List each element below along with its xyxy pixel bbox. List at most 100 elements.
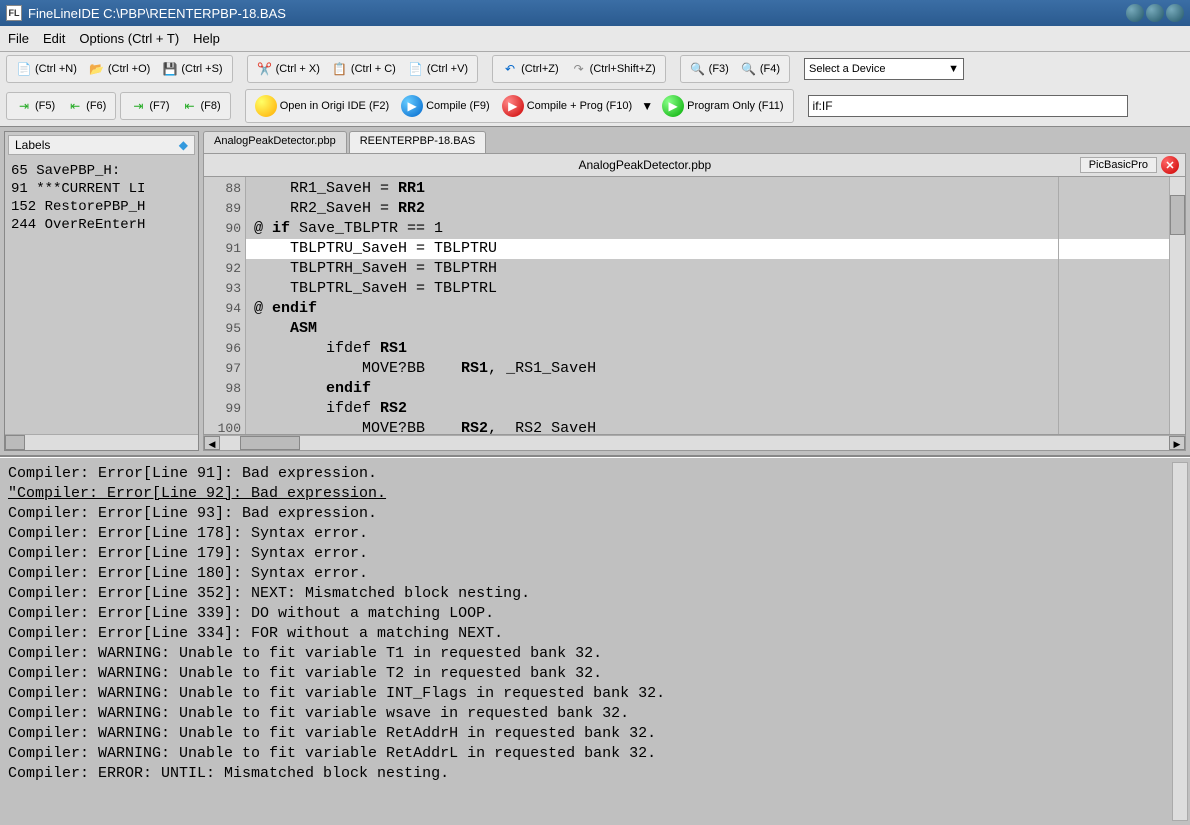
code-line[interactable]: endif xyxy=(254,379,1169,399)
code-text[interactable]: RR1_SaveH = RR1 RR2_SaveH = RR2@ if Save… xyxy=(246,177,1169,434)
compile-prog-button[interactable]: ▶Compile + Prog (F10) xyxy=(497,92,637,120)
editor-tab[interactable]: AnalogPeakDetector.pbp xyxy=(203,131,347,153)
code-line[interactable]: TBLPTRL_SaveH = TBLPTRL xyxy=(254,279,1169,299)
output-line[interactable]: Compiler: Error[Line 179]: Syntax error. xyxy=(8,544,1182,564)
sidebar-item[interactable]: 244 OverReEnterH xyxy=(11,216,192,234)
paste-icon: 📄 xyxy=(408,61,424,77)
document-header: AnalogPeakDetector.pbp PicBasicPro ✕ xyxy=(203,153,1186,177)
f5-label: (F5) xyxy=(35,100,55,112)
open-origi-button[interactable]: Open in Origi IDE (F2) xyxy=(250,92,394,120)
output-line[interactable]: Compiler: Error[Line 339]: DO without a … xyxy=(8,604,1182,624)
sidebar-dropdown[interactable]: Labels ◆ xyxy=(8,135,195,155)
indent-f5-button[interactable]: ⇥(F5) xyxy=(11,95,60,117)
program-only-button[interactable]: ▶Program Only (F11) xyxy=(657,92,788,120)
workspace: Labels ◆ 65 SavePBP_H:91 ***CURRENT LI15… xyxy=(0,127,1190,457)
window-controls xyxy=(1126,4,1184,22)
comment-f7-button[interactable]: ⇥(F7) xyxy=(125,95,174,117)
output-line[interactable]: Compiler: WARNING: Unable to fit variabl… xyxy=(8,644,1182,664)
save-icon: 💾 xyxy=(162,61,178,77)
document-name: AnalogPeakDetector.pbp xyxy=(210,158,1080,172)
code-area[interactable]: 888990919293949596979899100 RR1_SaveH = … xyxy=(203,177,1186,435)
editor-vscroll[interactable] xyxy=(1169,177,1185,434)
output-line[interactable]: Compiler: Error[Line 93]: Bad expression… xyxy=(8,504,1182,524)
editor-hscroll[interactable]: ◀ ▶ xyxy=(203,435,1186,451)
redo-button[interactable]: ↷(Ctrl+Shift+Z) xyxy=(566,58,661,80)
editor-tab[interactable]: REENTERPBP-18.BAS xyxy=(349,131,487,153)
code-line[interactable]: MOVE?BB RS1, _RS1_SaveH xyxy=(254,359,1169,379)
outdent-icon: ⇤ xyxy=(67,98,83,114)
menu-options[interactable]: Options (Ctrl + T) xyxy=(79,31,179,46)
toolbars: 📄(Ctrl +N) 📂(Ctrl +O) 💾(Ctrl +S) ✂️(Ctrl… xyxy=(0,52,1190,127)
maximize-button[interactable] xyxy=(1146,4,1164,22)
paste-label: (Ctrl +V) xyxy=(427,63,468,75)
right-margin-rule xyxy=(1058,177,1059,434)
output-line[interactable]: Compiler: Error[Line 91]: Bad expression… xyxy=(8,464,1182,484)
uncomment-f8-button[interactable]: ⇤(F8) xyxy=(177,95,226,117)
dropdown-arrow-icon[interactable]: ▼ xyxy=(639,98,655,114)
find-label: (F3) xyxy=(709,63,729,75)
find-button[interactable]: 🔍(F3) xyxy=(685,58,734,80)
sidebar-item[interactable]: 152 RestorePBP_H xyxy=(11,198,192,216)
copy-icon: 📋 xyxy=(332,61,348,77)
cut-button[interactable]: ✂️(Ctrl + X) xyxy=(252,58,325,80)
output-line[interactable]: Compiler: WARNING: Unable to fit variabl… xyxy=(8,684,1182,704)
line-gutter: 888990919293949596979899100 xyxy=(204,177,246,434)
code-line[interactable]: TBLPTRU_SaveH = TBLPTRU xyxy=(246,239,1169,259)
sidebar-list[interactable]: 65 SavePBP_H:91 ***CURRENT LI152 Restore… xyxy=(5,158,198,434)
output-vscroll[interactable] xyxy=(1172,462,1188,821)
output-line[interactable]: "Compiler: Error[Line 92]: Bad expressio… xyxy=(8,484,1182,504)
if-field[interactable]: if:IF xyxy=(808,95,1128,117)
save-file-button[interactable]: 💾(Ctrl +S) xyxy=(157,58,227,80)
redo-label: (Ctrl+Shift+Z) xyxy=(590,63,656,75)
scroll-left-button[interactable]: ◀ xyxy=(204,436,220,450)
code-line[interactable]: ifdef RS2 xyxy=(254,399,1169,419)
output-line[interactable]: Compiler: WARNING: Unable to fit variabl… xyxy=(8,664,1182,684)
output-line[interactable]: Compiler: WARNING: Unable to fit variabl… xyxy=(8,704,1182,724)
scrollbar-thumb[interactable] xyxy=(5,435,25,450)
undo-button[interactable]: ↶(Ctrl+Z) xyxy=(497,58,564,80)
compile-button[interactable]: ▶Compile (F9) xyxy=(396,92,495,120)
language-badge[interactable]: PicBasicPro xyxy=(1080,157,1157,173)
open-file-button[interactable]: 📂(Ctrl +O) xyxy=(84,58,155,80)
output-line[interactable]: Compiler: ERROR: UNTIL: Mismatched block… xyxy=(8,764,1182,784)
code-line[interactable]: RR1_SaveH = RR1 xyxy=(254,179,1169,199)
output-line[interactable]: Compiler: Error[Line 180]: Syntax error. xyxy=(8,564,1182,584)
code-line[interactable]: ASM xyxy=(254,319,1169,339)
dropdown-icon: ▼ xyxy=(948,63,959,75)
output-line[interactable]: Compiler: WARNING: Unable to fit variabl… xyxy=(8,744,1182,764)
copy-button[interactable]: 📋(Ctrl + C) xyxy=(327,58,401,80)
output-line[interactable]: Compiler: Error[Line 334]: FOR without a… xyxy=(8,624,1182,644)
code-line[interactable]: TBLPTRH_SaveH = TBLPTRH xyxy=(254,259,1169,279)
code-line[interactable]: @ if Save_TBLPTR == 1 xyxy=(254,219,1169,239)
output-line[interactable]: Compiler: WARNING: Unable to fit variabl… xyxy=(8,724,1182,744)
hscroll-thumb[interactable] xyxy=(240,436,300,450)
code-line[interactable]: @ endif xyxy=(254,299,1169,319)
paste-button[interactable]: 📄(Ctrl +V) xyxy=(403,58,473,80)
code-line[interactable]: MOVE?BB RS2, RS2 SaveH xyxy=(254,419,1169,435)
close-document-button[interactable]: ✕ xyxy=(1161,156,1179,174)
outdent-f6-button[interactable]: ⇤(F6) xyxy=(62,95,111,117)
output-line[interactable]: Compiler: Error[Line 352]: NEXT: Mismatc… xyxy=(8,584,1182,604)
menu-bar: File Edit Options (Ctrl + T) Help xyxy=(0,26,1190,52)
sidebar-item[interactable]: 91 ***CURRENT LI xyxy=(11,180,192,198)
device-select[interactable]: Select a Device ▼ xyxy=(804,58,964,80)
sidebar-item[interactable]: 65 SavePBP_H: xyxy=(11,162,192,180)
menu-file[interactable]: File xyxy=(8,31,29,46)
menu-help[interactable]: Help xyxy=(193,31,220,46)
chevron-down-icon: ◆ xyxy=(179,138,188,152)
output-line[interactable]: Compiler: Error[Line 178]: Syntax error. xyxy=(8,524,1182,544)
scroll-right-button[interactable]: ▶ xyxy=(1169,436,1185,450)
menu-edit[interactable]: Edit xyxy=(43,31,65,46)
code-line[interactable]: ifdef RS1 xyxy=(254,339,1169,359)
compile-prog-icon: ▶ xyxy=(502,95,524,117)
output-panel[interactable]: Compiler: Error[Line 91]: Bad expression… xyxy=(0,457,1190,825)
vscroll-thumb[interactable] xyxy=(1170,195,1185,235)
new-file-button[interactable]: 📄(Ctrl +N) xyxy=(11,58,82,80)
search-icon: 🔍 xyxy=(690,61,706,77)
code-line[interactable]: RR2_SaveH = RR2 xyxy=(254,199,1169,219)
find-next-button[interactable]: 🔍(F4) xyxy=(736,58,785,80)
close-window-button[interactable] xyxy=(1166,4,1184,22)
if-field-value: if:IF xyxy=(813,99,833,113)
sidebar-hscroll[interactable] xyxy=(5,434,198,450)
minimize-button[interactable] xyxy=(1126,4,1144,22)
